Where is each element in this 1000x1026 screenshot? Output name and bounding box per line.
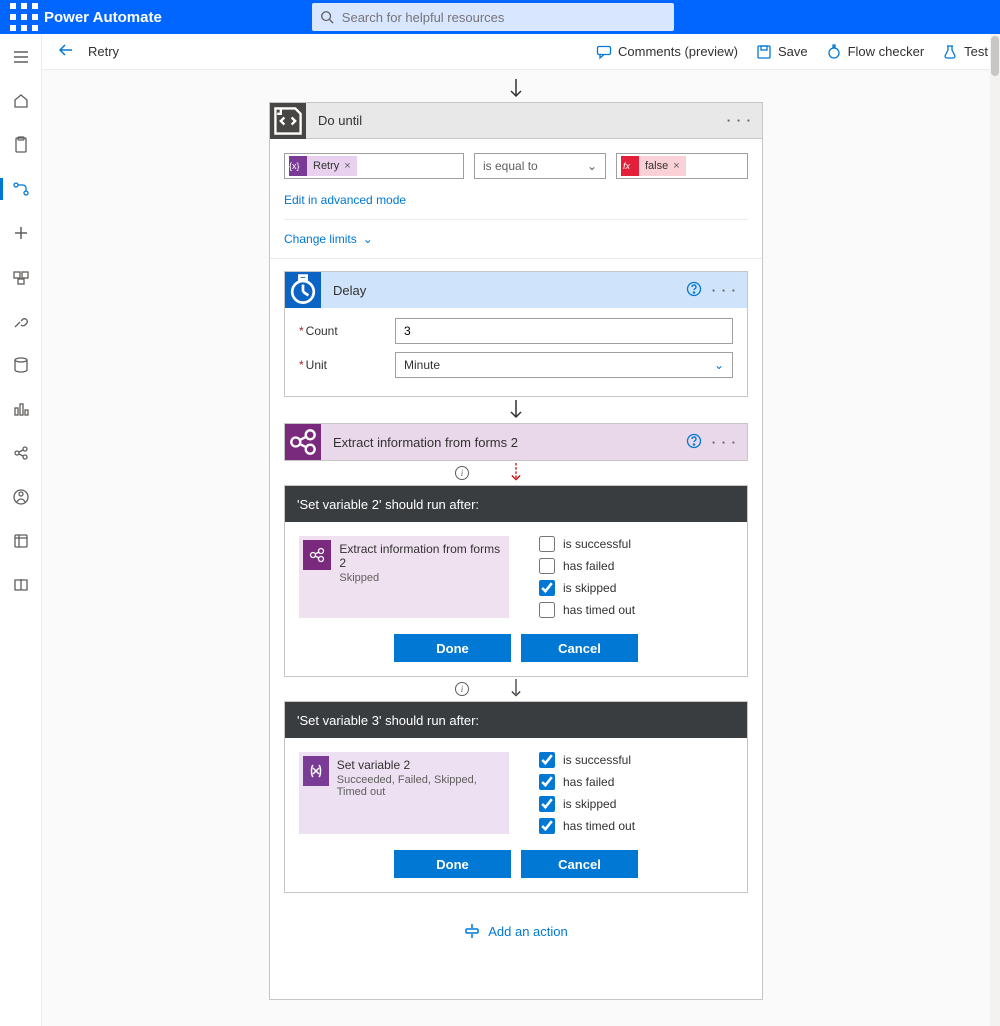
- chevron-down-icon: ⌄: [363, 232, 373, 246]
- remove-token-icon[interactable]: ×: [673, 160, 679, 172]
- check-is-skipped[interactable]: is skipped: [539, 796, 635, 812]
- check-is-skipped[interactable]: is skipped: [539, 580, 635, 596]
- info-icon[interactable]: i: [455, 682, 469, 696]
- do-until-icon: [270, 103, 306, 139]
- do-until-header[interactable]: Do until · · ·: [270, 103, 762, 139]
- search-input[interactable]: [342, 10, 666, 25]
- ai-builder-icon[interactable]: [0, 440, 42, 466]
- comments-button[interactable]: Comments (preview): [596, 44, 738, 60]
- count-label: *Count: [299, 324, 395, 338]
- extract-header[interactable]: Extract information from forms 2 · · ·: [285, 424, 747, 460]
- extract-menu-icon[interactable]: · · ·: [712, 435, 737, 450]
- data-icon[interactable]: [0, 352, 42, 378]
- app-name: Power Automate: [44, 9, 162, 26]
- unit-label: *Unit: [299, 358, 395, 372]
- app-header: Power Automate: [0, 0, 1000, 34]
- process-advisor-icon[interactable]: [0, 484, 42, 510]
- condition-row: Retry× is equal to ⌄ false×: [284, 153, 748, 179]
- check-has-timed-out[interactable]: has timed out: [539, 602, 635, 618]
- variable-icon: [303, 756, 329, 786]
- extract-icon: [285, 424, 321, 460]
- delay-header[interactable]: Delay · · ·: [285, 272, 747, 308]
- done-button[interactable]: Done: [394, 634, 511, 662]
- left-rail: [0, 34, 42, 1026]
- chevron-down-icon: ⌄: [714, 358, 724, 372]
- monitor-icon[interactable]: [0, 396, 42, 422]
- back-icon[interactable]: [58, 42, 74, 61]
- done-button[interactable]: Done: [394, 850, 511, 878]
- variable-token[interactable]: Retry×: [289, 156, 357, 176]
- unit-select[interactable]: Minute ⌄: [395, 352, 733, 378]
- check-has-timed-out[interactable]: has timed out: [539, 818, 635, 834]
- condition-operator-select[interactable]: is equal to ⌄: [474, 153, 606, 179]
- connector-arrow-icon: [284, 397, 748, 423]
- edit-advanced-link[interactable]: Edit in advanced mode: [284, 193, 748, 207]
- change-limits-toggle[interactable]: Change limits ⌄: [284, 219, 748, 246]
- cancel-button[interactable]: Cancel: [521, 634, 638, 662]
- learn-icon[interactable]: [0, 572, 42, 598]
- templates-icon[interactable]: [0, 264, 42, 290]
- configure-run-after-arrow-icon: [509, 463, 523, 483]
- flow-name: Retry: [88, 44, 119, 59]
- command-bar: Retry Comments (preview) Save Flow check…: [0, 34, 1000, 70]
- run-after-header: 'Set variable 3' should run after:: [285, 702, 747, 738]
- chevron-down-icon: ⌄: [587, 159, 597, 173]
- hamburger-icon[interactable]: [0, 44, 42, 70]
- do-until-menu-icon[interactable]: · · ·: [727, 113, 752, 128]
- scrollbar[interactable]: [990, 34, 1000, 1026]
- myflows-icon[interactable]: [0, 176, 42, 202]
- delay-menu-icon[interactable]: · · ·: [712, 283, 737, 298]
- predecessor-card[interactable]: Extract information from forms 2 Skipped: [299, 536, 509, 618]
- approvals-icon[interactable]: [0, 132, 42, 158]
- test-button[interactable]: Test: [942, 44, 988, 60]
- predecessor-card[interactable]: Set variable 2 Succeeded, Failed, Skippe…: [299, 752, 509, 834]
- check-has-failed[interactable]: has failed: [539, 558, 635, 574]
- condition-left-input[interactable]: Retry×: [284, 153, 464, 179]
- connector-arrow-icon: [509, 679, 523, 699]
- info-icon[interactable]: i: [455, 466, 469, 480]
- waffle-icon[interactable]: [8, 1, 40, 33]
- run-after-panel-2: 'Set variable 3' should run after: Set v…: [284, 701, 748, 893]
- run-after-header: 'Set variable 2' should run after:: [285, 486, 747, 522]
- save-button[interactable]: Save: [756, 44, 808, 60]
- designer-canvas: Do until · · · Retry× is equal to ⌄ fals…: [42, 70, 990, 1026]
- remove-token-icon[interactable]: ×: [344, 160, 350, 172]
- create-icon[interactable]: [0, 220, 42, 246]
- home-icon[interactable]: [0, 88, 42, 114]
- check-is-successful[interactable]: is successful: [539, 752, 635, 768]
- delay-icon: [285, 272, 321, 308]
- condition-right-input[interactable]: false×: [616, 153, 748, 179]
- check-has-failed[interactable]: has failed: [539, 774, 635, 790]
- check-is-successful[interactable]: is successful: [539, 536, 635, 552]
- cancel-button[interactable]: Cancel: [521, 850, 638, 878]
- add-action-inner[interactable]: Add an action: [284, 923, 748, 939]
- extract-card: Extract information from forms 2 · · ·: [284, 423, 748, 461]
- scrollbar-thumb[interactable]: [991, 36, 999, 76]
- count-input[interactable]: [395, 318, 733, 344]
- help-icon[interactable]: [686, 281, 702, 300]
- connector-arrow-icon: [269, 76, 763, 102]
- solutions-icon[interactable]: [0, 528, 42, 554]
- run-after-panel-1: 'Set variable 2' should run after: Extra…: [284, 485, 748, 677]
- delay-card: Delay · · · *Count *Unit: [284, 271, 748, 397]
- help-icon[interactable]: [686, 433, 702, 452]
- extract-icon: [303, 540, 331, 570]
- search-box[interactable]: [312, 3, 674, 31]
- connectors-icon[interactable]: [0, 308, 42, 334]
- do-until-card: Do until · · · Retry× is equal to ⌄ fals…: [269, 102, 763, 1000]
- expression-token[interactable]: false×: [621, 156, 686, 176]
- flow-checker-button[interactable]: Flow checker: [826, 44, 925, 60]
